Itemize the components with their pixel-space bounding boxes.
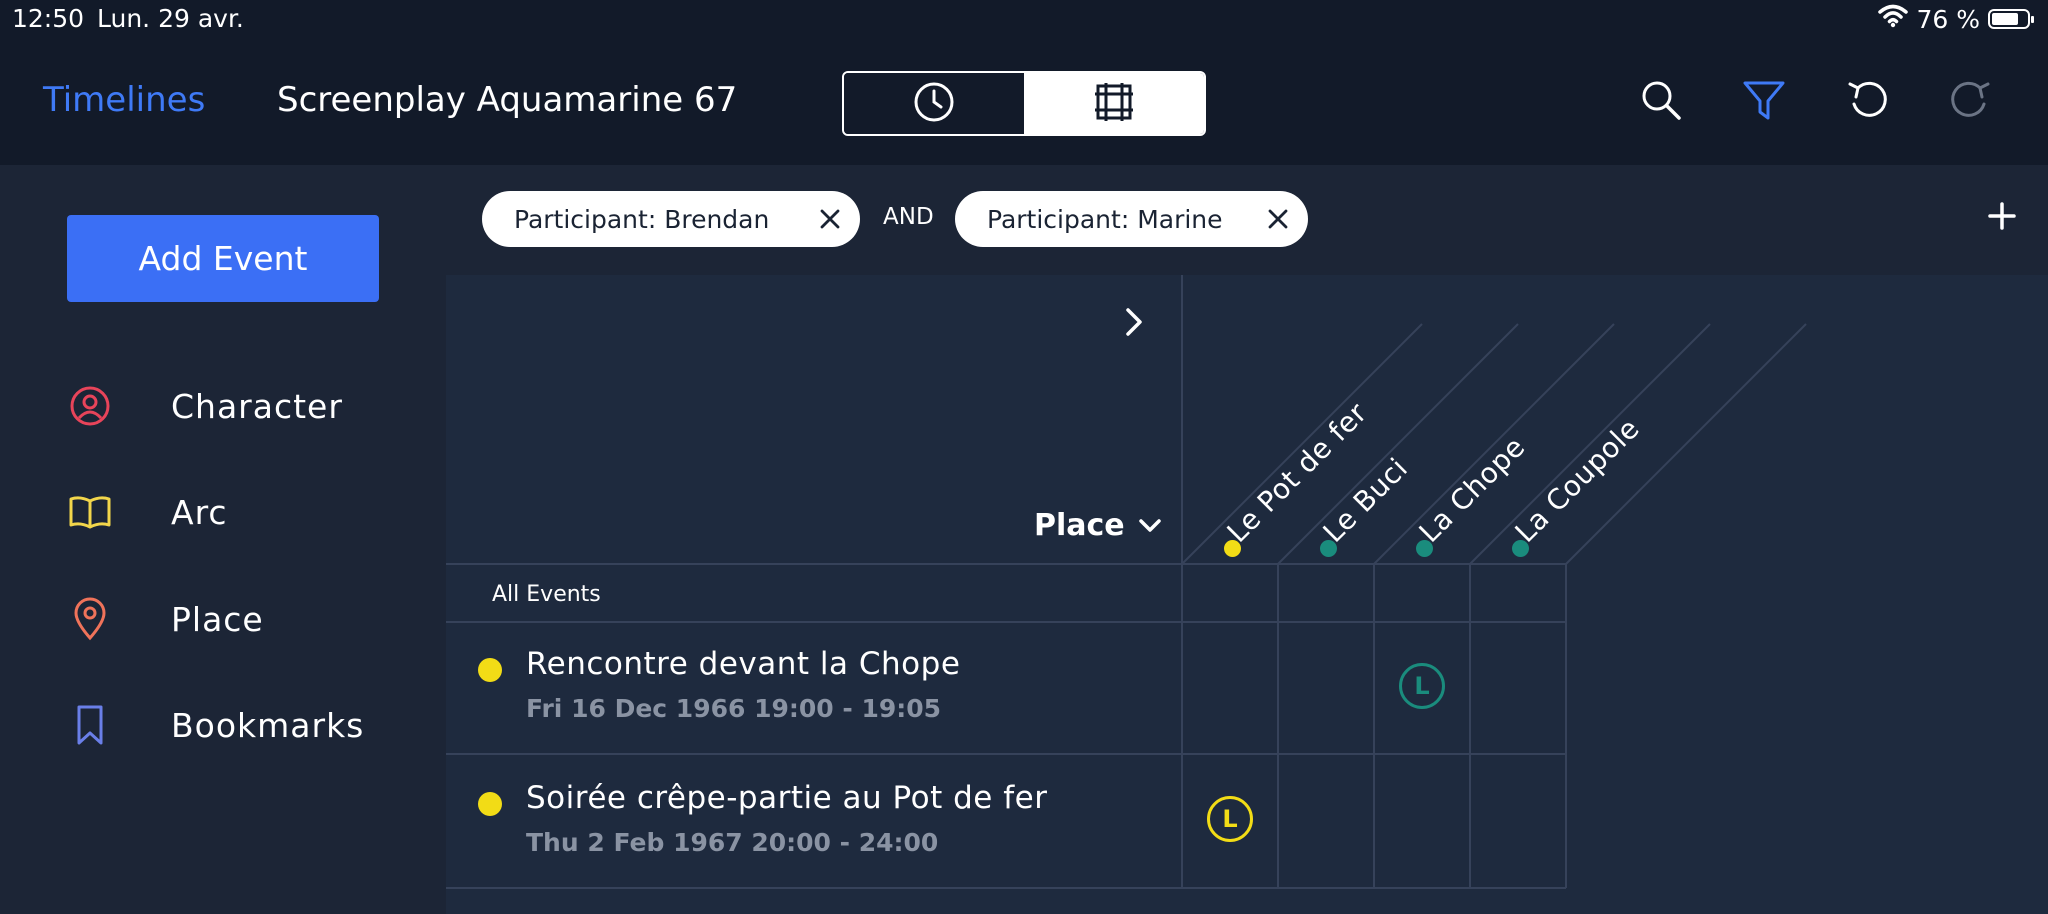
- event-title: Rencontre devant la Chope: [526, 646, 961, 682]
- event-time: Thu 2 Feb 1967 20:00 - 24:00: [526, 828, 939, 857]
- event-color-dot: [478, 792, 502, 816]
- event-marker-letter: L: [1414, 672, 1430, 700]
- event-marker-letter: L: [1222, 805, 1238, 833]
- all-events-label: All Events: [492, 582, 601, 607]
- event-marker[interactable]: L: [1207, 796, 1253, 842]
- table-row[interactable]: Soirée crêpe-partie au Pot de fer Thu 2 …: [446, 754, 1182, 888]
- event-color-dot: [478, 658, 502, 682]
- group-by-dropdown[interactable]: Place: [1034, 508, 1163, 543]
- group-by-label: Place: [1034, 508, 1125, 543]
- chevron-down-icon: [1137, 508, 1163, 543]
- event-marker[interactable]: L: [1399, 663, 1445, 709]
- table-row[interactable]: Rencontre devant la Chope Fri 16 Dec 196…: [446, 622, 1182, 754]
- event-title: Soirée crêpe-partie au Pot de fer: [526, 780, 1048, 816]
- expand-chevron-icon[interactable]: [1120, 302, 1148, 346]
- event-time: Fri 16 Dec 1966 19:00 - 19:05: [526, 694, 942, 723]
